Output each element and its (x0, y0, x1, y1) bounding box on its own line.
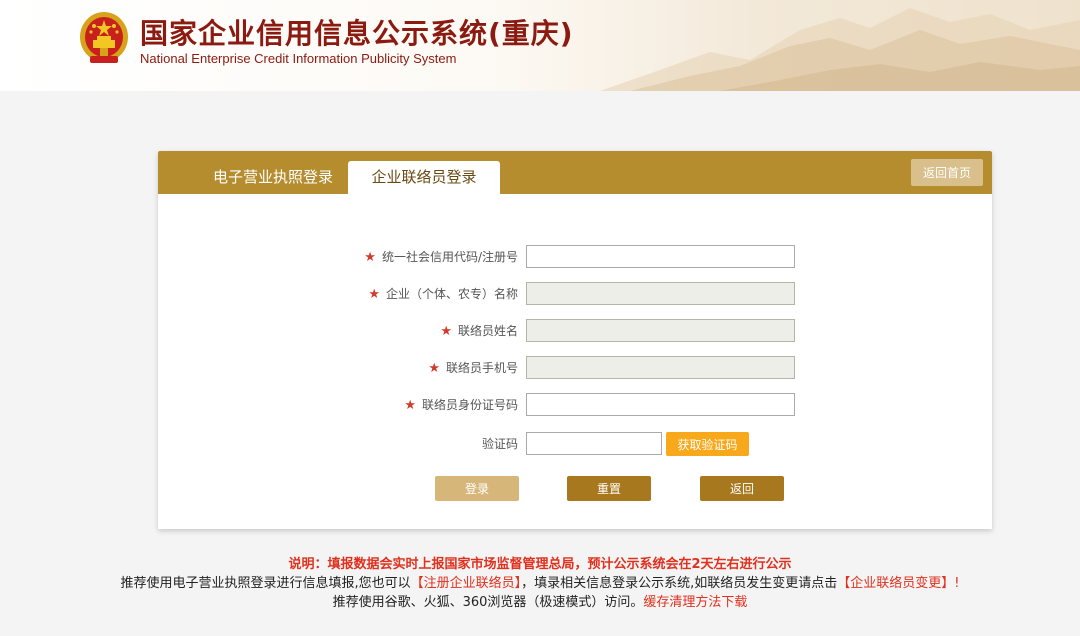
form-row-credit-code: ★ 统一社会信用代码/注册号 (158, 245, 992, 269)
return-home-button[interactable]: 返回首页 (911, 159, 983, 186)
site-header: 国家企业信用信息公示系统(重庆) National Enterprise Cre… (0, 0, 1080, 91)
field-label-liaison-phone: ★ 联络员手机号 (428, 361, 518, 376)
tab-license-login[interactable]: 电子营业执照登录 (188, 161, 358, 194)
captcha-input[interactable] (526, 432, 662, 455)
form-row-liaison-phone: ★ 联络员手机号 (158, 356, 992, 380)
tab-liaison-login[interactable]: 企业联络员登录 (348, 161, 500, 194)
enterprise-name-input (526, 282, 795, 305)
get-captcha-button[interactable]: 获取验证码 (666, 432, 749, 456)
field-label-liaison-name: ★ 联络员姓名 (440, 324, 518, 339)
required-star-icon: ★ (368, 287, 380, 302)
form-row-captcha: 验证码 获取验证码 (158, 432, 992, 456)
notice-line-1: 推荐使用电子营业执照登录进行信息填报,您也可以【注册企业联络员】，填录相关信息登… (120, 576, 960, 591)
field-label-liaison-id: ★ 联络员身份证号码 (404, 398, 518, 413)
required-star-icon: ★ (428, 361, 440, 376)
liaison-name-input (526, 319, 795, 342)
field-label-enterprise-name: ★ 企业（个体、农专）名称 (368, 287, 518, 302)
form-row-liaison-name: ★ 联络员姓名 (158, 319, 992, 343)
form-row-liaison-id: ★ 联络员身份证号码 (158, 393, 992, 417)
liaison-phone-input (526, 356, 795, 379)
national-emblem-icon (80, 12, 128, 63)
notice-line-2: 推荐使用谷歌、火狐、360浏览器（极速模式）访问。缓存清理方法下载 (332, 595, 748, 610)
required-star-icon: ★ (404, 398, 416, 413)
field-label-captcha: 验证码 (481, 437, 518, 451)
login-panel: 电子营业执照登录 企业联络员登录 返回首页 ★ 统一社会信用代码/注册号 ★ 企业（… (158, 151, 992, 529)
required-star-icon: ★ (440, 324, 452, 339)
cache-clear-download-link[interactable]: 缓存清理方法下载 (643, 595, 747, 610)
register-liaison-link[interactable]: 【注册企业联络员】 (411, 576, 522, 591)
login-button[interactable]: 登录 (435, 476, 519, 501)
credit-code-input[interactable] (526, 245, 795, 268)
notice-section: 说明：填报数据会实时上报国家市场监督管理总局，预计公示系统会在2天左右进行公示 … (0, 555, 1080, 612)
panel-tab-bar: 电子营业执照登录 企业联络员登录 返回首页 (158, 151, 992, 194)
site-subtitle: National Enterprise Credit Information P… (140, 51, 457, 66)
notice-title: 说明：填报数据会实时上报国家市场监督管理总局，预计公示系统会在2天左右进行公示 (288, 557, 792, 572)
change-liaison-link[interactable]: 【企业联络员变更】! (837, 576, 959, 591)
reset-button[interactable]: 重置 (567, 476, 651, 501)
back-button[interactable]: 返回 (700, 476, 784, 501)
required-star-icon: ★ (364, 250, 376, 265)
site-title: 国家企业信用信息公示系统(重庆) (140, 17, 574, 50)
mountain-decoration-icon (600, 8, 1080, 91)
field-label-credit-code: ★ 统一社会信用代码/注册号 (364, 250, 518, 265)
form-row-enterprise-name: ★ 企业（个体、农专）名称 (158, 282, 992, 306)
liaison-id-input[interactable] (526, 393, 795, 416)
